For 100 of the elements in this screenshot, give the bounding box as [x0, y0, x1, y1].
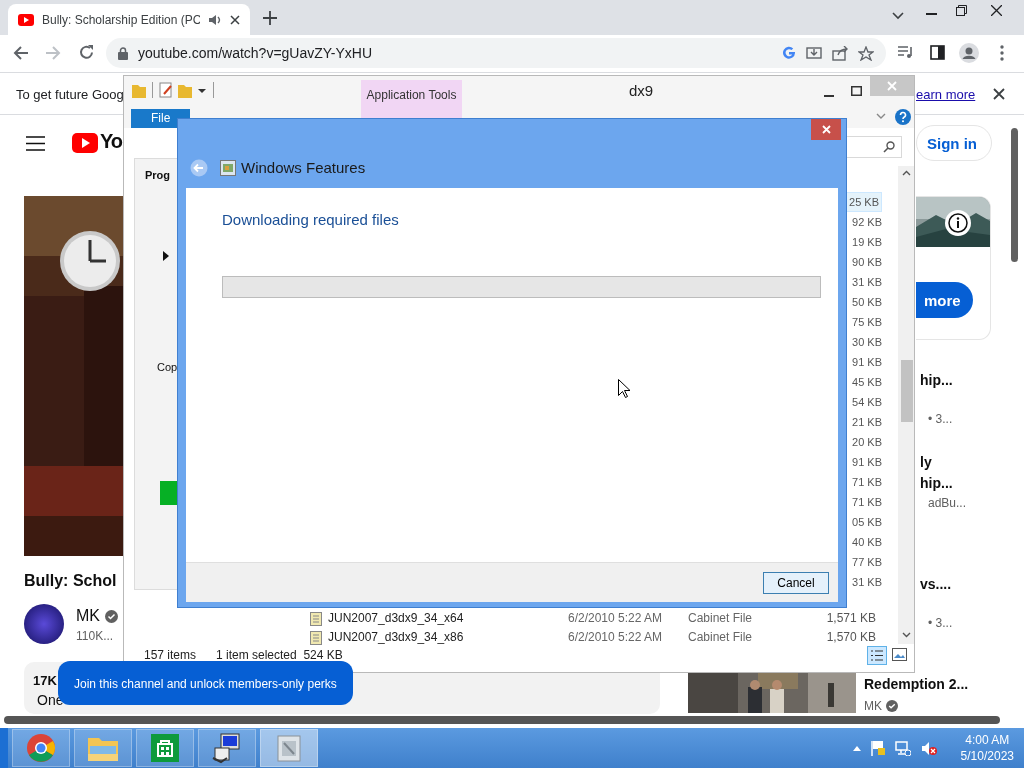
status-text: Cop [157, 361, 178, 373]
scrollbar-thumb[interactable] [1011, 128, 1018, 262]
expand-arrow-icon[interactable] [163, 251, 169, 261]
scrollbar[interactable] [898, 166, 914, 644]
file-type: Cabinet File [688, 629, 753, 646]
scroll-up-icon[interactable] [902, 170, 911, 176]
chrome-icon [26, 733, 56, 763]
volume-muted-icon[interactable] [920, 740, 937, 756]
selection-status: 1 item selected 524 KB [216, 648, 343, 662]
file-size: 1,571 KB [826, 610, 876, 627]
store-icon [151, 734, 179, 762]
chevron-down-icon[interactable] [892, 12, 904, 20]
file-type: Cabinet File [688, 610, 753, 627]
learn-more-button[interactable]: more [916, 282, 973, 318]
window-heading: Prog [145, 169, 171, 181]
verified-icon [105, 609, 118, 623]
caret-up-icon[interactable] [852, 745, 861, 751]
help-icon[interactable] [895, 109, 911, 125]
network-icon[interactable] [894, 740, 911, 756]
clock-time: 4:00 AM [965, 733, 1010, 747]
file-size: 31 KB [851, 275, 883, 290]
file-size: 19 KB [851, 235, 883, 250]
dialog-heading: Downloading required files [222, 211, 399, 228]
search-field[interactable] [844, 136, 902, 158]
google-icon[interactable] [782, 46, 796, 60]
close-button[interactable] [811, 119, 841, 140]
file-size: 25 KB [846, 192, 882, 212]
verified-icon [886, 700, 898, 712]
menu-icon[interactable] [26, 136, 45, 151]
file-size: 05 KB [851, 515, 883, 530]
view-count: 17K [33, 673, 57, 688]
file-name[interactable]: JUN2007_d3dx9_34_x86 [328, 628, 464, 647]
speaker-icon[interactable] [208, 13, 222, 26]
infobar-message: To get future Goog [16, 87, 124, 102]
close-icon[interactable] [993, 88, 1005, 100]
new-tab-icon[interactable] [263, 11, 277, 25]
close-icon[interactable] [230, 14, 240, 25]
channel-name: MK [864, 699, 882, 713]
file-size: 54 KB [851, 395, 883, 410]
lock-icon [118, 46, 128, 60]
file-size: 71 KB [851, 495, 883, 510]
channel-name[interactable]: MK [76, 607, 100, 625]
file-size: 21 KB [851, 415, 883, 430]
channel-avatar[interactable] [24, 604, 64, 644]
close-icon[interactable] [991, 5, 1002, 16]
scrollbar-thumb[interactable] [4, 716, 1000, 724]
reload-icon[interactable] [78, 44, 95, 61]
scroll-down-icon[interactable] [902, 632, 911, 638]
package-icon [275, 733, 303, 763]
file-size: 71 KB [851, 475, 883, 490]
search-icon [883, 141, 895, 153]
share-icon[interactable] [832, 45, 848, 61]
cancel-button[interactable]: Cancel [763, 572, 829, 594]
cabinet-file-icon [310, 631, 322, 645]
file-size: 31 KB [851, 575, 883, 590]
address-bar[interactable]: youtube.com/watch?v=gUavZY-YxHU [106, 38, 886, 68]
computer-setup-icon [211, 732, 243, 764]
file-size: 50 KB [851, 295, 883, 310]
restore-icon[interactable] [956, 5, 967, 16]
file-size: 30 KB [851, 335, 883, 350]
file-size: 45 KB [851, 375, 883, 390]
video-title[interactable]: vs.... [920, 574, 952, 595]
side-panel-icon[interactable] [930, 45, 945, 60]
install-icon[interactable] [806, 45, 822, 61]
subscriber-count: 110K... [76, 629, 114, 643]
video-title[interactable]: ly hip... [920, 452, 953, 494]
profile-icon[interactable] [959, 43, 979, 63]
window-features-icon [220, 160, 236, 176]
learn-more-link[interactable]: earn more [916, 87, 976, 102]
details-view-icon[interactable] [867, 646, 887, 665]
logo-text: Yo [100, 130, 123, 153]
video-title[interactable]: hip... [920, 370, 953, 391]
back-icon[interactable] [13, 45, 29, 61]
clock-date: 5/10/2023 [960, 749, 1014, 763]
media-icon[interactable] [898, 45, 914, 59]
video-title[interactable]: Redemption 2... [864, 676, 969, 692]
file-size: 92 KB [851, 215, 883, 230]
info-icon[interactable] [944, 209, 972, 237]
start-button[interactable] [0, 728, 8, 768]
cabinet-file-icon [310, 612, 322, 626]
thumbnail-view-icon[interactable] [892, 648, 907, 661]
file-size: 20 KB [851, 435, 883, 450]
star-icon[interactable] [858, 45, 874, 61]
video-meta: • 3... [928, 616, 953, 630]
scrollbar-thumb[interactable] [901, 360, 913, 422]
taskbar-button[interactable] [136, 729, 194, 767]
browser-tab[interactable]: Bully: Scholarship Edition (PC [8, 4, 250, 35]
youtube-logo-icon[interactable] [72, 133, 98, 153]
taskbar-button[interactable] [198, 729, 256, 767]
close-icon [887, 81, 897, 91]
file-name[interactable]: JUN2007_d3dx9_34_x64 [328, 609, 464, 628]
youtube-icon [18, 13, 34, 26]
item-count: 157 items [144, 648, 197, 662]
close-icon [821, 125, 831, 134]
flag-icon[interactable] [870, 740, 885, 756]
clock[interactable]: 4:00 AM 5/10/2023 [960, 733, 1014, 763]
file-date: 6/2/2010 5:22 AM [568, 629, 663, 646]
menu-icon[interactable] [1000, 45, 1004, 61]
sign-in-button[interactable]: Sign in [916, 125, 992, 161]
file-size: 40 KB [851, 535, 883, 550]
